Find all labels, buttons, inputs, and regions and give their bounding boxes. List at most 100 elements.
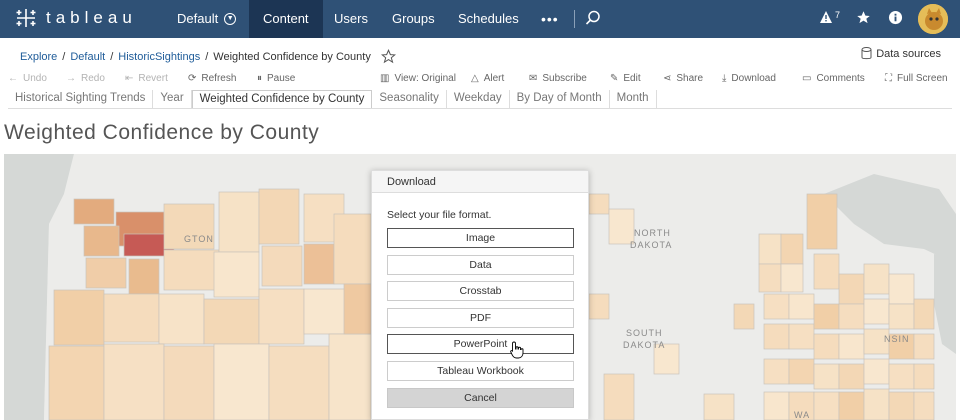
edit-label: Edit <box>623 73 641 84</box>
more-menu[interactable]: ••• <box>541 11 559 27</box>
view-original-button[interactable]: ▥ View: Original <box>380 73 456 84</box>
alert-button[interactable]: △ Alert <box>471 73 504 84</box>
tableau-logo-icon <box>16 9 36 27</box>
tab-weekday[interactable]: Weekday <box>447 90 510 108</box>
tab-seasonality[interactable]: Seasonality <box>372 90 447 108</box>
refresh-label: Refresh <box>201 73 237 84</box>
nav-divider <box>574 10 575 28</box>
label-wisconsin: NSIN <box>884 334 910 344</box>
hand-cursor-icon <box>510 341 524 359</box>
pause-label: Pause <box>267 73 296 84</box>
dialog-prompt: Select your file format. <box>387 209 492 221</box>
pencil-icon: ✎ <box>610 73 619 84</box>
subscribe-button[interactable]: ✉ Subscribe <box>529 73 587 84</box>
tab-historical-sighting-trends[interactable]: Historical Sighting Trends <box>8 90 154 108</box>
tab-by-day-of-month[interactable]: By Day of Month <box>510 90 610 108</box>
undo-button[interactable]: ← Undo <box>8 73 47 84</box>
user-avatar[interactable] <box>918 4 948 34</box>
revert-button[interactable]: ⇤ Revert <box>125 73 168 84</box>
share-button[interactable]: ⋖ Share <box>663 73 703 84</box>
tab-weighted-confidence[interactable]: Weighted Confidence by County <box>191 90 373 108</box>
download-icon: ⤓ <box>722 73 727 84</box>
share-icon: ⋖ <box>663 73 672 84</box>
top-nav: tableau Default ▼ Content Users Groups S… <box>0 0 960 38</box>
data-sources-label: Data sources <box>876 47 941 60</box>
dialog-title: Download <box>372 171 588 193</box>
download-powerpoint-button[interactable]: PowerPoint <box>387 334 574 354</box>
breadcrumb-separator: / <box>205 50 209 63</box>
tableau-logo[interactable]: tableau <box>14 6 137 30</box>
favorite-star-icon[interactable] <box>380 49 396 64</box>
search-button[interactable] <box>585 10 601 29</box>
tab-month[interactable]: Month <box>610 90 657 108</box>
breadcrumb-default[interactable]: Default <box>70 51 105 63</box>
breadcrumb-workbook[interactable]: HistoricSightings <box>118 51 200 63</box>
refresh-button[interactable]: ⟳ Refresh <box>188 73 236 84</box>
chevron-down-circle-icon: ▼ <box>224 12 237 25</box>
download-crosstab-button[interactable]: Crosstab <box>387 281 574 301</box>
tab-year[interactable]: Year <box>153 90 192 108</box>
download-workbook-button[interactable]: Tableau Workbook <box>387 361 574 381</box>
arrow-right-icon: → <box>66 73 76 84</box>
download-image-button[interactable]: Image <box>387 228 574 248</box>
nav-content[interactable]: Content <box>249 0 323 38</box>
alerts-button[interactable]: 7 <box>819 10 840 24</box>
redo-button[interactable]: → Redo <box>66 73 105 84</box>
county-shapes <box>48 188 372 420</box>
comments-button[interactable]: ▭ Comments <box>802 73 865 84</box>
fullscreen-label: Full Screen <box>897 73 948 84</box>
alert-label: Alert <box>483 73 505 84</box>
logo-text: tableau <box>46 8 137 27</box>
page-title: Weighted Confidence by County <box>4 121 320 144</box>
view-toolbar: ← Undo → Redo ⇤ Revert ⟳ Refresh ⏸ Pause ▥ Vie… <box>0 70 960 90</box>
star-icon <box>857 11 870 24</box>
undo-label: Undo <box>23 73 47 84</box>
fullscreen-icon: ⛶ <box>885 73 892 84</box>
breadcrumb-separator: / <box>110 50 114 63</box>
data-sources-button[interactable]: Data sources <box>861 47 941 60</box>
pause-icon: ⏸ <box>257 73 262 84</box>
breadcrumb-bar: Explore / Default / HistoricSightings / … <box>0 38 960 70</box>
favorites-button[interactable] <box>856 10 871 28</box>
nav-users[interactable]: Users <box>334 0 368 38</box>
nav-schedules[interactable]: Schedules <box>458 0 519 38</box>
breadcrumb-current: Weighted Confidence by County <box>213 50 371 63</box>
arrow-left-icon: ← <box>8 73 18 84</box>
help-button[interactable] <box>888 10 903 28</box>
mail-icon: ✉ <box>529 73 538 84</box>
download-label: Download <box>731 73 776 84</box>
cancel-button[interactable]: Cancel <box>387 388 574 408</box>
download-data-button[interactable]: Data <box>387 255 574 275</box>
breadcrumb-separator: / <box>62 50 66 63</box>
search-icon <box>585 10 600 25</box>
nav-groups[interactable]: Groups <box>392 0 435 38</box>
info-icon <box>888 10 903 25</box>
download-pdf-button[interactable]: PDF <box>387 308 574 328</box>
cat-avatar-icon <box>918 4 948 34</box>
bell-icon: △ <box>471 73 479 84</box>
comment-icon: ▭ <box>802 73 812 84</box>
download-dialog: Download Select your file format. Image … <box>371 170 589 420</box>
breadcrumb-explore[interactable]: Explore <box>20 51 57 63</box>
download-button[interactable]: ⤓ Download <box>722 73 776 84</box>
database-icon <box>861 47 872 60</box>
redo-label: Redo <box>81 73 105 84</box>
view-label: View: Original <box>394 73 456 84</box>
fullscreen-button[interactable]: ⛶ Full Screen <box>885 73 948 84</box>
warning-icon <box>820 11 832 23</box>
view-icon: ▥ <box>380 73 390 84</box>
label-iowa: WA <box>794 410 810 420</box>
share-label: Share <box>676 73 704 84</box>
label-south-dakota-2: DAKOTA <box>623 340 665 350</box>
revert-label: Revert <box>138 73 168 84</box>
pause-button[interactable]: ⏸ Pause <box>257 73 295 84</box>
site-selector[interactable]: Default ▼ <box>177 11 237 26</box>
site-name: Default <box>177 11 219 26</box>
alert-count: 7 <box>835 10 841 20</box>
label-north-dakota-2: DAKOTA <box>630 240 672 250</box>
label-north-dakota-1: NORTH <box>634 228 671 238</box>
breadcrumb: Explore / Default / HistoricSightings / … <box>20 49 396 64</box>
edit-button[interactable]: ✎ Edit <box>610 73 641 84</box>
label-washington: GTON <box>184 234 214 244</box>
refresh-icon: ⟳ <box>188 73 197 84</box>
